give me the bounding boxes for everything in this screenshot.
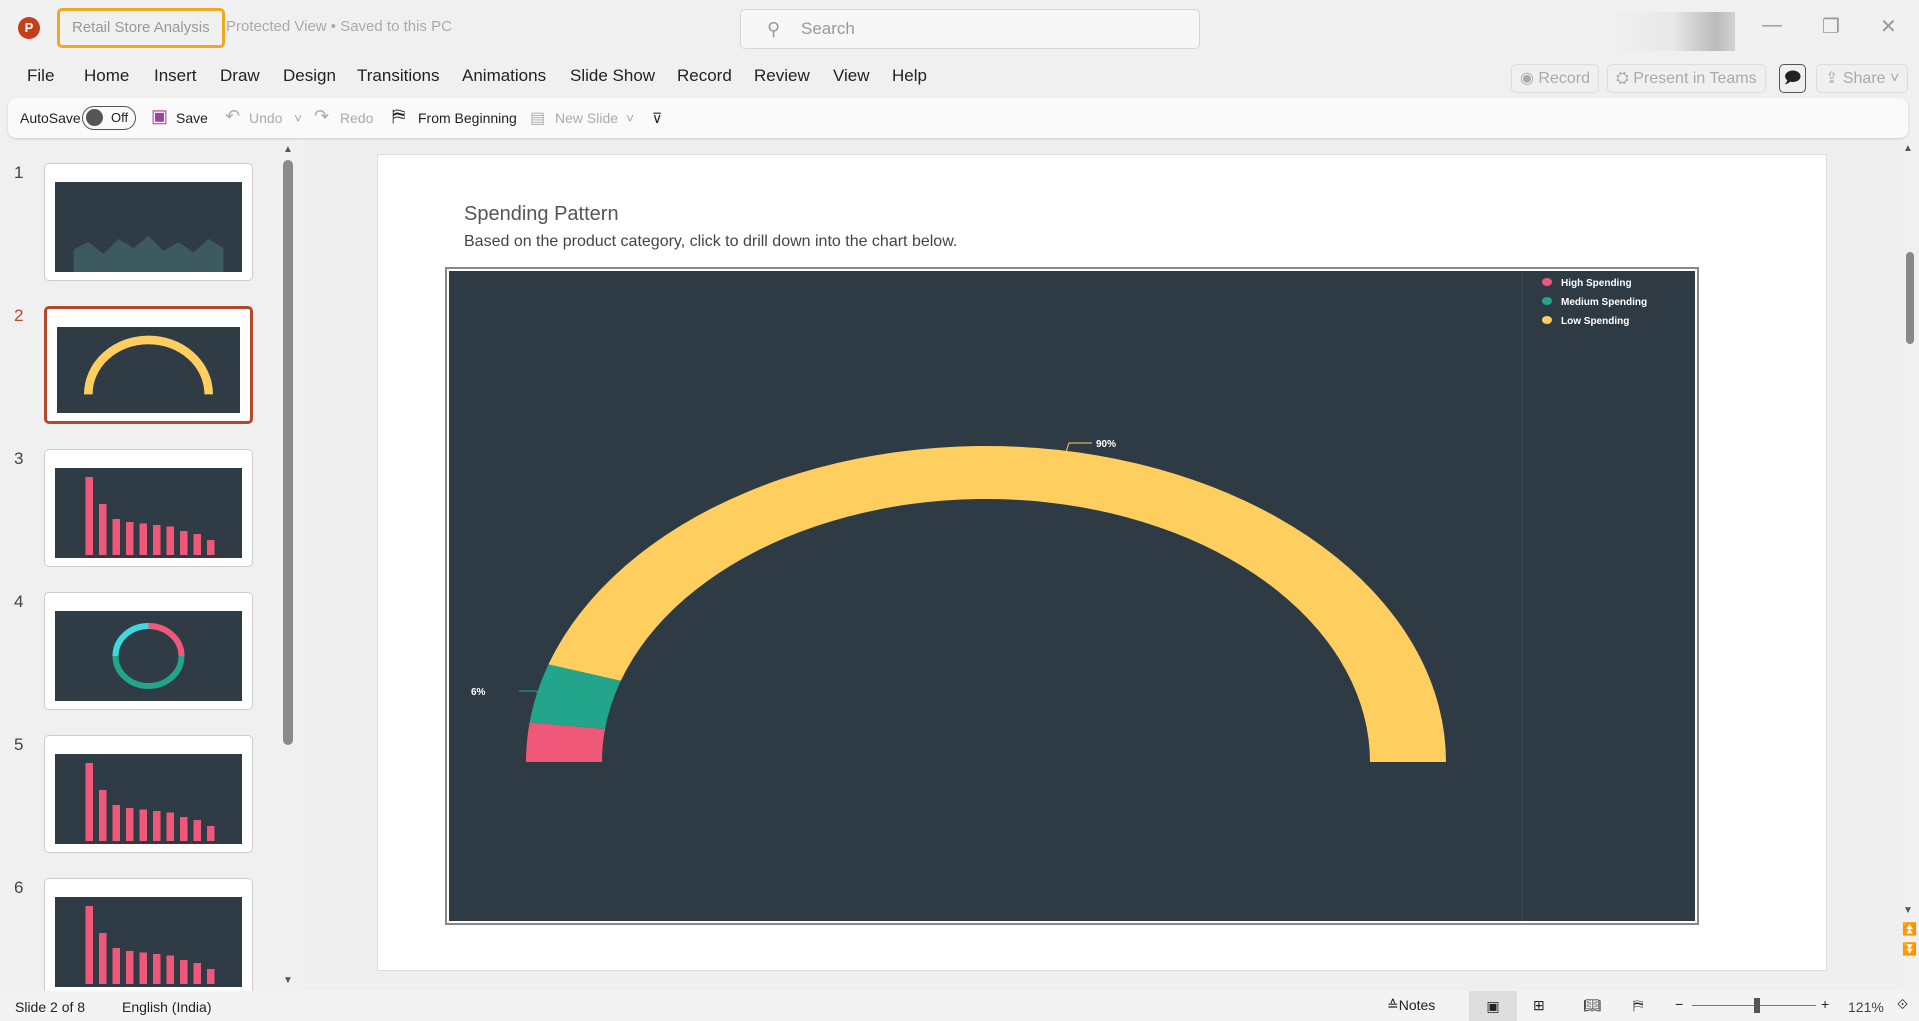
redo-icon: ↷ [314,106,330,126]
tab-help[interactable]: Help [892,66,927,86]
slide-sorter-icon[interactable]: ⊞ [1533,997,1545,1014]
tab-record[interactable]: Record [677,66,732,86]
tab-animations[interactable]: Animations [462,66,546,86]
editor-scroll-down-icon[interactable]: ▼ [1903,905,1913,916]
new-slide-icon: ▤ [530,110,546,127]
slide-number: 2 [14,306,24,325]
legend-label[interactable]: Medium Spending [1561,297,1647,308]
slide-thumbnail-4[interactable] [44,592,253,710]
legend-label[interactable]: High Spending [1561,278,1632,289]
tab-design[interactable]: Design [283,66,336,86]
scroll-down-icon[interactable]: ▼ [283,975,293,986]
slide-number: 3 [14,449,24,468]
new-slide-button[interactable]: New Slide [555,110,618,126]
tab-file[interactable]: File [27,66,54,86]
quick-access-toolbar [8,98,1908,138]
editor-scrollbar[interactable] [1906,252,1914,344]
undo-icon: ↶ [225,106,241,126]
thumbnail-chart [57,327,240,413]
close-icon[interactable]: ✕ [1880,14,1897,39]
slide-number: 5 [14,735,24,754]
save-button[interactable]: Save [176,110,208,126]
slide-thumbnail-6[interactable] [44,878,253,996]
undo-button[interactable]: Undo [249,110,282,126]
slide-thumbnail-panel: 1 2 3 4 5 6 [0,142,300,996]
chart-slice-high-spending[interactable] [526,722,606,762]
tab-home[interactable]: Home [84,66,129,86]
legend-label[interactable]: Low Spending [1561,316,1629,327]
language[interactable]: English (India) [122,999,212,1015]
presentation-icon: ⛿ [392,106,406,126]
slide-counter: Slide 2 of 8 [15,999,86,1015]
thumbnail-chart [55,611,242,701]
reading-view-icon[interactable]: 📖︎ [1583,997,1601,1014]
chart-frame[interactable]: High Spending Medium Spending Low Spending… [445,267,1699,925]
legend-marker[interactable] [1542,297,1552,305]
legend-marker[interactable] [1542,278,1552,286]
previous-slide-icon[interactable]: ⏫ [1902,922,1917,936]
legend-marker[interactable] [1542,316,1552,324]
record-button[interactable]: ◉ Record [1511,64,1599,93]
slideshow-view-icon[interactable]: ⛿ [1633,997,1643,1014]
account-avatar[interactable] [1610,12,1735,51]
zoom-level[interactable]: 121% [1848,999,1884,1015]
tab-transitions[interactable]: Transitions [357,66,440,86]
zoom-slider-thumb[interactable] [1754,998,1760,1013]
tab-review[interactable]: Review [754,66,810,86]
slide-subtitle[interactable]: Based on the product category, click to … [464,233,957,251]
present-in-teams-button[interactable]: ⛭ Present in Teams [1607,64,1766,93]
document-status: Protected View • Saved to this PC [226,18,452,35]
share-button[interactable]: ⇪ Share ˅ [1816,64,1909,93]
slide-number: 4 [14,592,24,611]
slide-title[interactable]: Spending Pattern [464,203,619,226]
semi-donut-chart[interactable]: High Spending Medium Spending Low Spending… [449,271,1695,921]
comments-icon[interactable]: 🗩 [1779,64,1806,93]
tab-view[interactable]: View [833,66,870,86]
slide-thumbnail-2[interactable] [44,306,253,424]
customize-toolbar-icon[interactable]: ⊽ [652,110,662,127]
data-label-medium: 6% [471,687,486,698]
thumbnail-chart [55,897,242,987]
next-slide-icon[interactable]: ⏬ [1902,942,1917,956]
from-beginning-button[interactable]: From Beginning [418,110,517,126]
notes-icon: ≙ [1387,997,1399,1013]
powerpoint-logo-icon: P [18,17,40,39]
search-icon: ⚲ [767,19,781,39]
search-box[interactable]: ⚲ Search [740,9,1200,49]
normal-view-icon[interactable]: ▣ [1469,991,1517,1021]
new-slide-dropdown-icon[interactable]: ˅ [626,110,634,126]
tab-draw[interactable]: Draw [220,66,260,86]
thumbnail-scrollbar[interactable] [283,160,293,745]
undo-dropdown-icon[interactable]: ˅ [294,110,302,126]
status-bar: Slide 2 of 8 English (India) ≙Notes ▣ ⊞ … [0,991,1919,1021]
editor-scroll-up-icon[interactable]: ▲ [1903,143,1913,154]
scroll-up-icon[interactable]: ▲ [283,144,293,155]
slide-number: 1 [14,163,24,182]
restore-icon[interactable]: ❐ [1822,14,1840,39]
autosave-label: AutoSave [20,110,81,126]
slide-number: 6 [14,878,24,897]
data-label-low: 90% [1096,439,1116,450]
tab-slide-show[interactable]: Slide Show [570,66,655,86]
slide-thumbnail-5[interactable] [44,735,253,853]
save-icon: ▣ [151,106,169,126]
document-title[interactable]: Retail Store Analysis [57,8,225,48]
thumbnail-chart [55,754,242,844]
slide-thumbnail-1[interactable] [44,163,253,281]
minimize-icon[interactable]: — [1762,14,1782,37]
fit-to-window-icon[interactable]: ⟐ [1897,996,1908,1013]
zoom-in-icon[interactable]: + [1821,996,1829,1012]
notes-button[interactable]: ≙Notes [1387,997,1435,1014]
redo-button[interactable]: Redo [340,110,373,126]
title-bar: P Retail Store Analysis Protected View •… [0,0,1919,56]
autosave-toggle[interactable]: Off [82,106,136,130]
zoom-out-icon[interactable]: − [1675,996,1683,1012]
slide-thumbnail-3[interactable] [44,449,253,567]
chart-slice-low-spending[interactable] [548,446,1446,762]
thumbnail-chart [55,468,242,558]
search-placeholder: Search [801,19,855,38]
tab-insert[interactable]: Insert [154,66,197,86]
thumbnail-chart [55,182,242,272]
